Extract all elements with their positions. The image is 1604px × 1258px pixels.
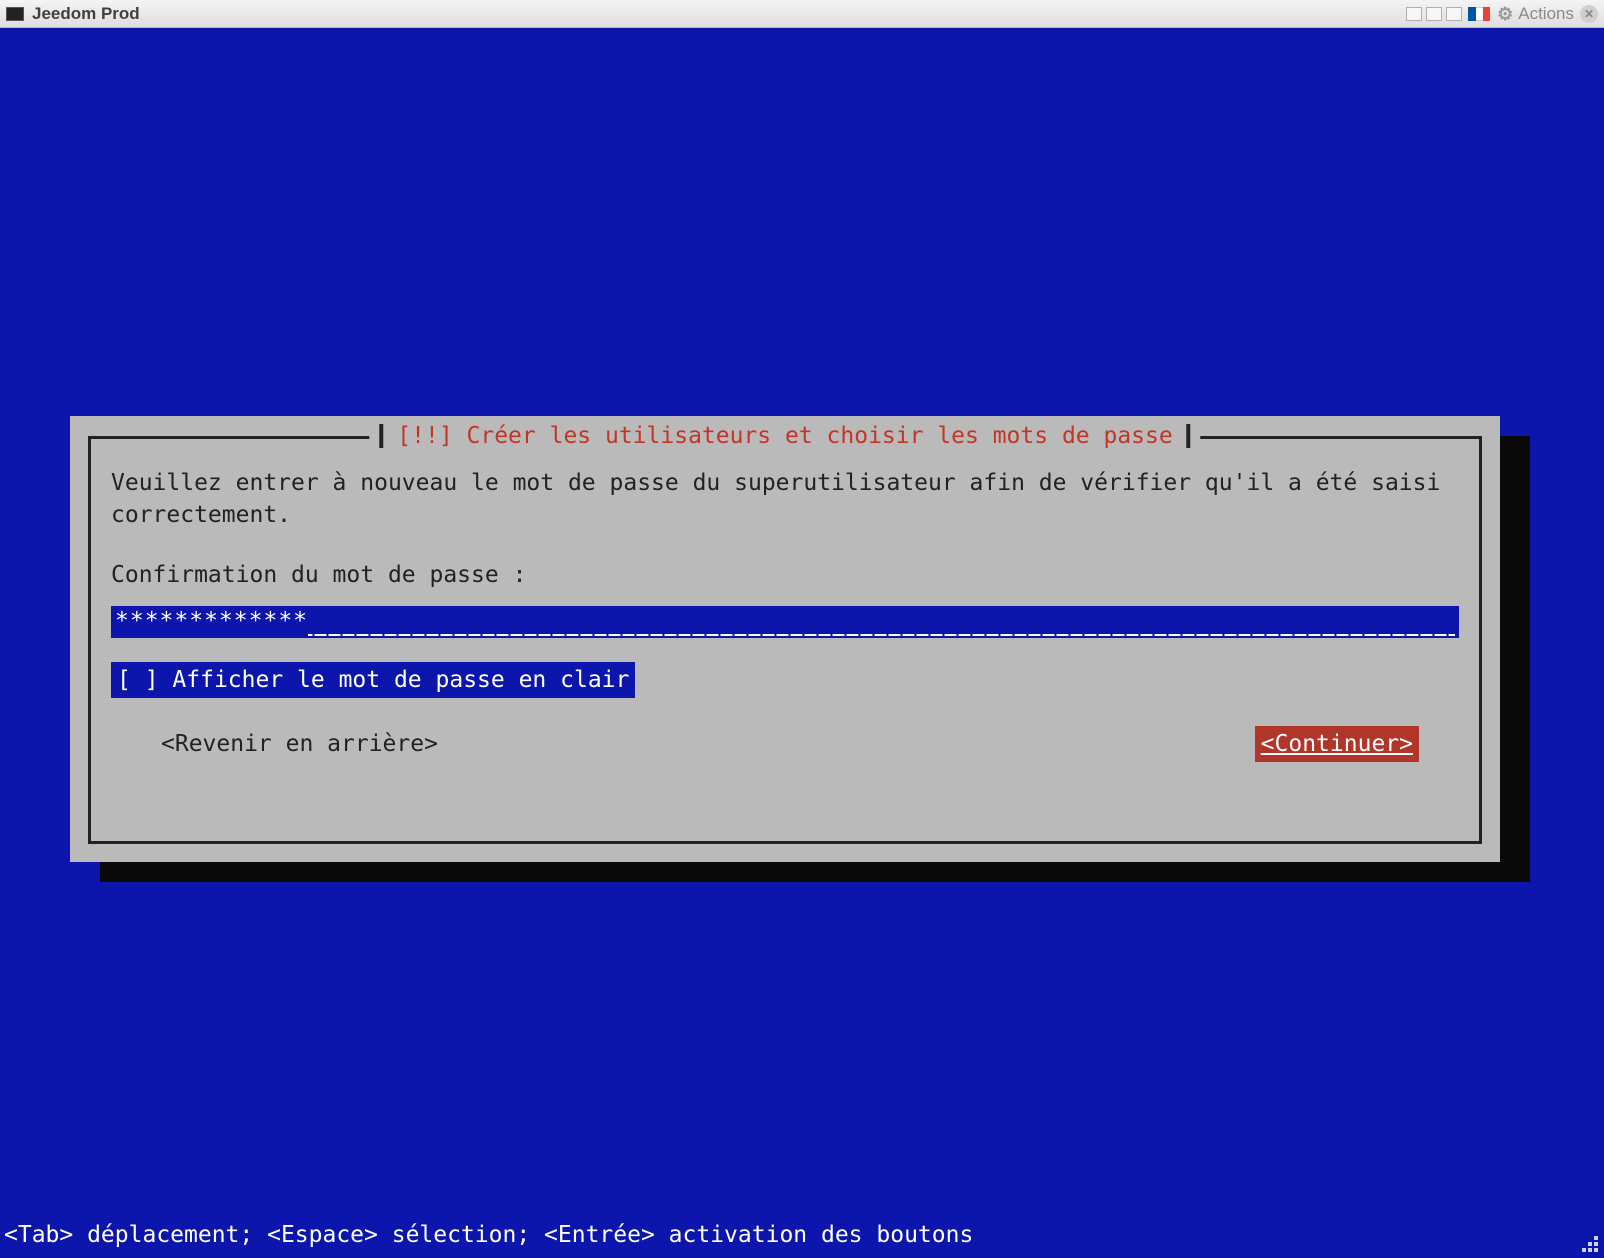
password-field-label: Confirmation du mot de passe : [111,559,1459,591]
window-control-box-1[interactable] [1406,7,1422,21]
window-control-box-2[interactable] [1426,7,1442,21]
checkbox-label: Afficher le mot de passe en clair [172,667,629,693]
dialog-button-row: <Revenir en arrière> <Continuer> [111,726,1459,762]
password-input[interactable]: ************* [111,606,1459,638]
window-control-box-3[interactable] [1446,7,1462,21]
dialog-title: [!!] Créer les utilisateurs et choisir l… [397,423,1172,449]
password-underline [308,614,1455,636]
continue-button[interactable]: <Continuer> [1255,726,1419,762]
resize-grip-icon[interactable] [1580,1234,1598,1252]
checkbox-marker: [ ] [117,667,159,693]
password-value: ************* [115,605,308,637]
window-titlebar: Jeedom Prod ⚙ Actions ✕ [0,0,1604,28]
gear-icon[interactable]: ⚙ [1496,5,1514,23]
app-icon [6,7,24,21]
dialog-border: [!!] Créer les utilisateurs et choisir l… [88,436,1482,844]
show-password-checkbox[interactable]: [ ] Afficher le mot de passe en clair [111,662,635,698]
title-bar-left-icon [379,424,383,448]
installer-dialog: [!!] Créer les utilisateurs et choisir l… [70,416,1500,862]
dialog-body: Veuillez entrer à nouveau le mot de pass… [91,439,1479,774]
dialog-title-wrap: [!!] Créer les utilisateurs et choisir l… [369,423,1200,449]
close-icon[interactable]: ✕ [1580,5,1598,23]
console-area: [!!] Créer les utilisateurs et choisir l… [0,28,1604,1258]
actions-menu[interactable]: Actions [1518,4,1574,24]
dialog-prompt: Veuillez entrer à nouveau le mot de pass… [111,467,1459,531]
keyboard-hint: <Tab> déplacement; <Espace> sélection; <… [0,1222,1604,1248]
back-button[interactable]: <Revenir en arrière> [161,728,438,760]
window-title: Jeedom Prod [32,4,140,24]
title-bar-right-icon [1187,424,1191,448]
flag-france-icon [1468,7,1490,21]
